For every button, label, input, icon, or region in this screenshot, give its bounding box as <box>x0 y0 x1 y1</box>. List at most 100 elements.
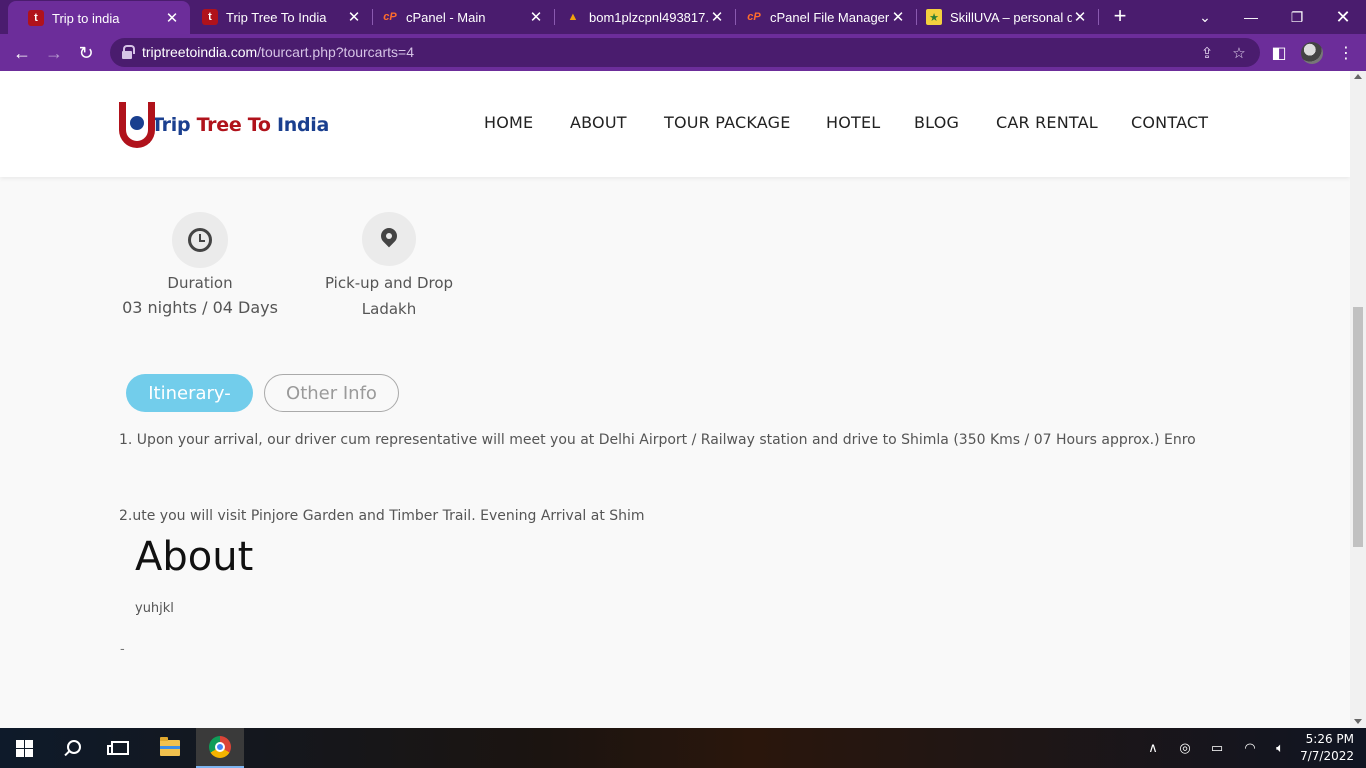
lock-icon[interactable] <box>122 45 135 59</box>
cpanel-icon: cP <box>383 11 397 23</box>
side-panel-icon[interactable]: ◧ <box>1266 40 1292 66</box>
map-pin-icon <box>381 228 397 250</box>
start-button[interactable] <box>0 728 48 768</box>
restore-button[interactable]: ❐ <box>1274 0 1320 34</box>
browser-tab-server[interactable]: ▲ bom1plzcpnl493817.p ✕ <box>545 0 735 34</box>
about-text: yuhjkl <box>135 601 174 616</box>
browser-tab-trip-tree-to-india[interactable]: t Trip Tree To India ✕ <box>182 0 372 34</box>
minimize-button[interactable]: — <box>1228 0 1274 34</box>
tab-title: SkillUVA – personal de <box>950 9 1072 25</box>
system-clock[interactable]: 5:26 PM 7/7/2022 <box>1300 731 1354 765</box>
itinerary-day-2: 2.ute you will visit Pinjore Garden and … <box>119 508 645 524</box>
tab-title: cPanel - Main <box>406 9 486 25</box>
feature-duration: Duration 03 nights / 04 Days <box>110 212 290 317</box>
nav-hotel[interactable]: HOTEL <box>826 113 880 132</box>
logo-word-tree: Tree <box>196 114 242 136</box>
feature-pickup-drop: Pick-up and Drop Ladakh <box>299 212 479 318</box>
logo-word-india: India <box>276 114 329 136</box>
page-scrollbar[interactable] <box>1350 71 1366 728</box>
profile-avatar[interactable] <box>1299 40 1325 66</box>
pickup-value: Ladakh <box>361 300 417 318</box>
show-hidden-icons-chevron-icon[interactable]: ∧ <box>1143 740 1163 756</box>
pickup-label: Pick-up and Drop <box>324 274 454 292</box>
browser-tab-cpanel-main[interactable]: cP cPanel - Main ✕ <box>362 0 554 34</box>
scroll-up-arrow-icon[interactable] <box>1354 74 1362 79</box>
logo-word-trip: Trip <box>151 114 191 136</box>
new-tab-button[interactable]: + <box>1108 5 1132 29</box>
tab-title: bom1plzcpnl493817.p <box>589 9 709 25</box>
file-explorer-button[interactable] <box>146 728 194 768</box>
folder-icon <box>160 737 180 756</box>
logo-text: Trip Tree To India <box>151 114 329 136</box>
wifi-icon[interactable]: ◠ <box>1240 740 1260 756</box>
cpanel-icon: cP <box>747 11 761 23</box>
close-tab-icon[interactable]: ✕ <box>890 8 906 26</box>
windows-logo-icon <box>15 739 33 757</box>
url-path: /tourcart.php?tourcarts=4 <box>257 44 414 60</box>
reload-button[interactable]: ↻ <box>73 40 99 66</box>
tab-separator <box>1098 9 1099 25</box>
tab-title: Trip to india <box>52 10 120 26</box>
dash-text: - <box>120 642 125 657</box>
clock-icon <box>188 228 212 252</box>
task-view-button[interactable] <box>96 728 144 768</box>
pickup-icon-circle <box>362 212 416 266</box>
nav-contact[interactable]: CONTACT <box>1131 113 1208 132</box>
tab-title: Trip Tree To India <box>226 9 327 25</box>
address-bar[interactable]: triptreetoindia.com/tourcart.php?tourcar… <box>110 38 1260 67</box>
chrome-icon <box>209 736 231 758</box>
back-button[interactable]: ← <box>9 40 35 66</box>
tti-icon: t <box>28 10 44 26</box>
battery-icon[interactable]: ▭ <box>1207 740 1227 756</box>
duration-label: Duration <box>167 274 233 292</box>
server-icon: ▲ <box>567 11 579 23</box>
close-tab-icon[interactable]: ✕ <box>1072 8 1088 26</box>
clock-time: 5:26 PM <box>1305 732 1354 746</box>
menu-kebab-icon[interactable]: ⋮ <box>1333 40 1359 66</box>
close-tab-icon[interactable]: ✕ <box>346 8 362 26</box>
tab-search-chevron-icon[interactable]: ⌄ <box>1182 0 1228 34</box>
url-text[interactable]: triptreetoindia.com/tourcart.php?tourcar… <box>142 44 414 60</box>
browser-tab-cpanel-file-manager[interactable]: cP cPanel File Manager v ✕ <box>726 0 916 34</box>
logo-mark-icon <box>119 102 155 148</box>
url-host: triptreetoindia.com <box>142 44 258 60</box>
task-view-icon <box>107 741 129 755</box>
close-tab-icon[interactable]: ✕ <box>164 9 180 27</box>
site-header: Trip Tree To India HOME ABOUT TOUR PACKA… <box>0 71 1350 177</box>
close-window-button[interactable]: ✕ <box>1320 0 1366 34</box>
nav-tour-package[interactable]: TOUR PACKAGE <box>664 113 791 132</box>
tti-icon: t <box>202 9 218 25</box>
forward-button[interactable]: → <box>41 40 67 66</box>
itinerary-day-1: 1. Upon your arrival, our driver cum rep… <box>119 432 1196 448</box>
search-icon <box>64 740 81 756</box>
browser-tab-trip-to-india[interactable]: t Trip to india ✕ <box>8 1 190 35</box>
nav-home[interactable]: HOME <box>484 113 533 132</box>
bookmark-star-icon[interactable]: ☆ <box>1228 42 1250 64</box>
web-page: Trip Tree To India HOME ABOUT TOUR PACKA… <box>0 71 1350 728</box>
meet-now-icon[interactable]: ◎ <box>1175 740 1195 756</box>
clock-date: 7/7/2022 <box>1300 749 1354 763</box>
scroll-down-arrow-icon[interactable] <box>1354 719 1362 724</box>
share-icon[interactable]: ⇪ <box>1196 42 1218 64</box>
about-heading: About <box>135 534 254 580</box>
close-tab-icon[interactable]: ✕ <box>528 8 544 26</box>
browser-tab-strip: t Trip to india ✕ t Trip Tree To India ✕… <box>0 0 1366 35</box>
tab-other-info[interactable]: Other Info <box>264 374 399 412</box>
scrollbar-thumb[interactable] <box>1353 307 1363 547</box>
close-tab-icon[interactable]: ✕ <box>709 8 725 26</box>
tab-itinerary[interactable]: Itinerary- <box>126 374 253 412</box>
site-logo[interactable]: Trip Tree To India <box>119 101 329 149</box>
nav-car-rental[interactable]: CAR RENTAL <box>996 113 1098 132</box>
nav-about[interactable]: ABOUT <box>570 113 627 132</box>
volume-icon[interactable]: 🔈︎ <box>1270 740 1290 756</box>
windows-taskbar: ∧ ◎ ▭ ◠ 🔈︎ 5:26 PM 7/7/2022 <box>0 728 1366 768</box>
skilluva-icon: ★ <box>926 9 942 25</box>
browser-tab-skilluva[interactable]: ★ SkillUVA – personal de ✕ <box>906 0 1098 34</box>
avatar <box>1301 42 1323 64</box>
search-button[interactable] <box>48 728 96 768</box>
duration-icon-circle <box>172 212 228 268</box>
nav-blog[interactable]: BLOG <box>914 113 959 132</box>
chrome-taskbar-button[interactable] <box>196 728 244 768</box>
browser-toolbar: ← → ↻ triptreetoindia.com/tourcart.php?t… <box>0 34 1366 71</box>
tab-title: cPanel File Manager v <box>770 9 890 25</box>
